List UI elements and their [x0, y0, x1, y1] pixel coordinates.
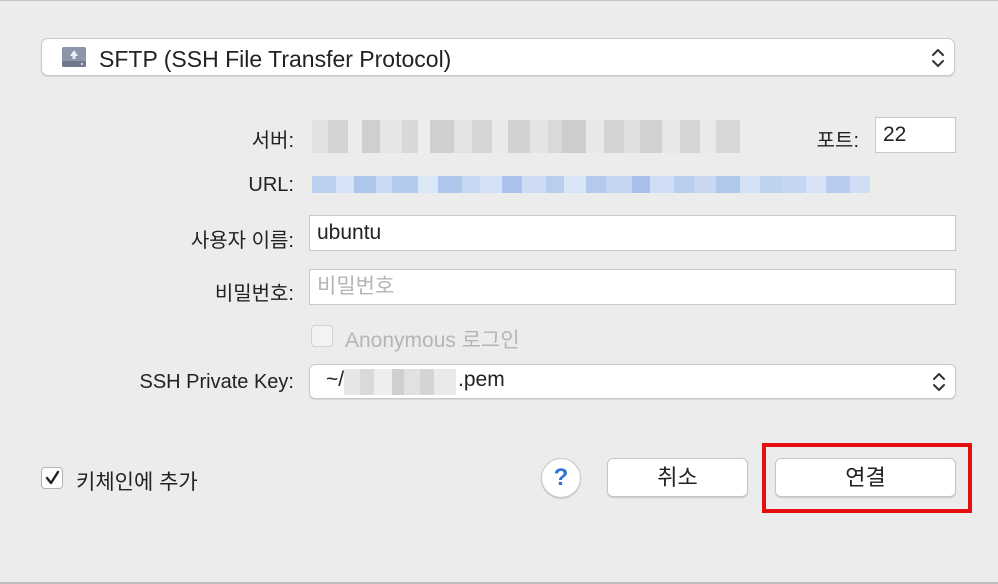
port-input[interactable]: 22 [875, 117, 956, 153]
url-value-redacted[interactable] [312, 176, 900, 193]
updown-chevron-icon [932, 49, 944, 67]
ssh-key-filename-redacted [344, 369, 456, 395]
port-label: 포트: [816, 130, 859, 152]
help-button[interactable]: ? [541, 458, 581, 498]
network-drive-icon [62, 47, 86, 67]
username-input[interactable]: ubuntu [309, 215, 956, 251]
ssh-key-suffix: .pem [458, 368, 505, 391]
server-label: 서버: [251, 130, 294, 152]
protocol-label: SFTP (SSH File Transfer Protocol) [99, 46, 452, 72]
password-input[interactable]: 비밀번호 [309, 269, 956, 305]
password-label: 비밀번호: [214, 283, 294, 305]
cancel-button[interactable]: 취소 [607, 458, 748, 497]
checkmark-icon [45, 470, 60, 485]
add-to-keychain-label: 키체인에 추가 [76, 471, 198, 494]
protocol-select[interactable]: SFTP (SSH File Transfer Protocol) [41, 38, 955, 76]
ssh-key-label: SSH Private Key: [139, 371, 294, 393]
ssh-key-prefix: ~/ [326, 368, 345, 391]
highlight-annotation-box [762, 443, 972, 513]
url-label: URL: [248, 174, 294, 196]
updown-chevron-icon [933, 373, 945, 391]
anonymous-login-checkbox[interactable] [311, 325, 333, 347]
add-to-keychain-checkbox[interactable] [41, 467, 63, 489]
anonymous-login-label: Anonymous 로그인 [345, 329, 520, 352]
username-label: 사용자 이름: [190, 230, 294, 252]
window-top-edge [0, 0, 998, 1]
ssh-key-select[interactable]: ~/ .pem [309, 364, 956, 399]
server-input-redacted[interactable] [312, 120, 759, 153]
